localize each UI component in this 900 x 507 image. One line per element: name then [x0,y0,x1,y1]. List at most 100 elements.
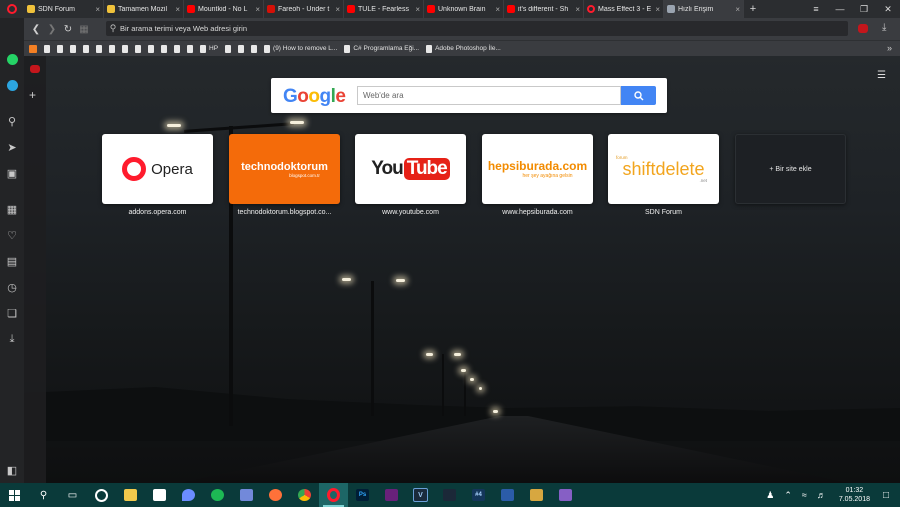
bookmark-item[interactable] [109,44,115,53]
taskbar-app-book[interactable] [522,483,551,507]
speed-dial-hepsiburada[interactable]: hepsiburada.com her şey ayağına gelsin w… [482,134,593,216]
minimize-button[interactable]: — [828,4,852,14]
taskbar-app-explorer[interactable] [116,483,145,507]
bookmark-item[interactable] [174,44,180,53]
bookmark-item[interactable] [44,44,50,53]
bookmarks-sidebar-button[interactable]: ♡ [0,222,24,248]
address-field[interactable] [120,22,848,35]
taskbar-app-chrome[interactable] [290,483,319,507]
taskbar-app-photoshop[interactable]: Ps [348,483,377,507]
bookmark-item[interactable]: C# Programlama Eği... [344,44,419,53]
speed-dial-opera[interactable]: Opera addons.opera.com [102,134,213,216]
youtube-tile[interactable]: You Tube [355,134,466,204]
people-icon[interactable]: ♟ [766,490,774,501]
opera-tile[interactable]: Opera [102,134,213,204]
taskbar-search-button[interactable]: ⚲ [29,483,58,507]
close-tab-icon[interactable]: × [735,5,740,14]
clock[interactable]: 01:32 7.05.2018 [839,486,870,504]
news-sidebar-button[interactable]: ▤ [0,248,24,274]
tab[interactable]: TULE - Fearless × [344,0,424,18]
bookmark-item[interactable]: Adobe Photoshop İle... [426,44,501,53]
taskbar-app-discord[interactable] [232,483,261,507]
hepsiburada-tile[interactable]: hepsiburada.com her şey ayağına gelsin [482,134,593,204]
download-icon[interactable]: ⤓ [882,22,886,33]
more-bookmarks-button[interactable]: » [887,43,892,53]
bookmark-item[interactable] [135,44,141,53]
tab[interactable]: Unknown Brain × [424,0,504,18]
taskbar-app-spotify[interactable] [203,483,232,507]
opera-menu-button[interactable] [0,0,24,18]
search-sidebar-button[interactable]: ⚲ [0,108,24,134]
bookmark-item[interactable] [238,44,245,53]
close-window-button[interactable]: ✕ [876,4,900,15]
bookmark-item[interactable] [122,44,128,53]
downloads-sidebar-button[interactable]: ⤓ [0,326,24,352]
bookmark-item[interactable] [187,44,193,53]
tray-expand-icon[interactable]: ⌃ [784,490,792,501]
close-tab-icon[interactable]: × [655,5,660,14]
close-tab-icon[interactable]: × [335,5,340,14]
bookmark-item[interactable] [251,44,258,53]
add-site-tile[interactable]: + Bir site ekle [735,134,846,204]
workspace-badge-icon[interactable] [30,65,40,73]
taskbar-app-visual-studio[interactable] [377,483,406,507]
speed-dial-sdn-forum[interactable]: forum shiftdelete .net SDN Forum [608,134,719,216]
bookmark-item[interactable] [96,44,102,53]
taskbar-app-vegas[interactable]: V [406,483,435,507]
easy-setup-icon[interactable]: ☰ [877,70,886,81]
bookmark-item[interactable] [83,44,89,53]
speed-dial-home-button[interactable]: ▦ [76,24,92,35]
search-button[interactable] [621,86,656,105]
web-search-input[interactable] [357,86,621,105]
flow-sidebar-button[interactable]: ➤ [0,134,24,160]
speed-dial-sidebar-button[interactable]: ▦ [0,196,24,222]
tab[interactable]: Mountkid - No L × [184,0,264,18]
taskbar-app-maps[interactable] [174,483,203,507]
close-tab-icon[interactable]: × [495,5,500,14]
tab[interactable]: SDN Forum × [24,0,104,18]
whatsapp-sidebar-button[interactable] [0,46,24,72]
taskbar-app-opera[interactable] [319,483,348,507]
technodoktorum-tile[interactable]: technodoktorum blogspot.com.tr [229,134,340,204]
start-button[interactable] [0,483,29,507]
tab-menu-icon[interactable]: ≡ [804,4,828,14]
maximize-button[interactable]: ❐ [852,4,876,15]
speed-dial-add-site[interactable]: + Bir site ekle [735,134,846,204]
forward-button[interactable]: ❯ [44,24,60,35]
telegram-sidebar-button[interactable] [0,72,24,98]
close-tab-icon[interactable]: × [175,5,180,14]
sidebar-toggle-button[interactable]: ◧ [0,457,24,483]
extensions-sidebar-button[interactable]: ❏ [0,300,24,326]
network-icon[interactable]: ≈ [802,490,807,500]
taskbar-app-vs-code[interactable] [551,483,580,507]
close-tab-icon[interactable]: × [575,5,580,14]
taskbar-app-steam[interactable] [435,483,464,507]
bookmark-item[interactable]: (9) How to remove L... [264,44,337,53]
task-view-button[interactable]: ▭ [58,483,87,507]
back-button[interactable]: ❮ [28,24,44,35]
bookmark-item[interactable] [29,44,37,53]
snapshot-sidebar-button[interactable]: ▣ [0,160,24,186]
adblock-badge-icon[interactable] [858,24,868,33]
bookmark-item[interactable] [70,44,76,53]
bookmark-item[interactable] [148,44,154,53]
tab[interactable]: Mass Effect 3 - E × [584,0,664,18]
taskbar-app-4[interactable]: #4 [464,483,493,507]
taskbar-app-mail[interactable] [145,483,174,507]
taskbar-app-firefox[interactable] [261,483,290,507]
sdn-forum-tile[interactable]: forum shiftdelete .net [608,134,719,204]
taskbar-app-cortana[interactable] [87,483,116,507]
volume-icon[interactable]: ♬ [817,490,826,500]
new-tab-button[interactable]: + [744,0,762,18]
tab[interactable]: it's different - Sh × [504,0,584,18]
bookmark-item[interactable]: HP [200,44,218,53]
tab[interactable]: Hızlı Erişim × [664,0,744,18]
notifications-icon[interactable]: □ [878,490,894,501]
reload-button[interactable]: ↻ [60,24,76,35]
tab[interactable]: Tamamen Mozil × [104,0,184,18]
speed-dial-technodoktorum[interactable]: technodoktorum blogspot.com.tr technodok… [229,134,340,216]
tab[interactable]: Fareoh - Under t × [264,0,344,18]
speed-dial-youtube[interactable]: You Tube www.youtube.com [355,134,466,216]
bookmark-item[interactable] [225,44,232,53]
close-tab-icon[interactable]: × [95,5,100,14]
